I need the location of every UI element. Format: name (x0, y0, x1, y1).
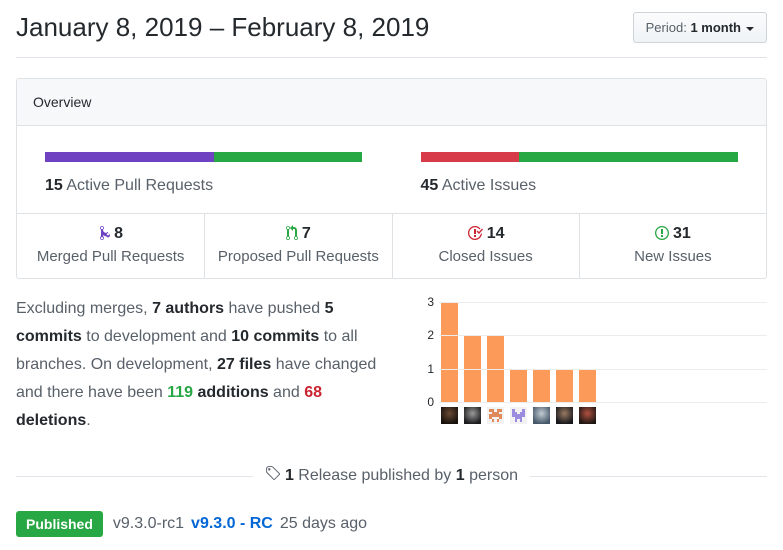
pulse-page: January 8, 2019 – February 8, 2019 Perio… (0, 0, 783, 549)
gridline (439, 402, 767, 403)
commit-bar (556, 368, 573, 402)
text-segment: have pushed (224, 300, 325, 317)
page-title: January 8, 2019 – February 8, 2019 (16, 12, 430, 42)
git-pull-request-icon (285, 225, 302, 242)
contributor-avatars (441, 407, 767, 424)
pull-requests-progress: 15 Active Pull Requests (45, 152, 363, 195)
contributor-avatar[interactable] (441, 407, 458, 424)
text-segment: to development and (81, 328, 232, 345)
active-issues-count: 45 (420, 177, 439, 194)
chart-plot-row: 0 1 2 3 (423, 296, 767, 408)
y-tick-label: 0 (427, 395, 434, 409)
commits-per-contributor-chart: 0 1 2 3 (423, 295, 767, 435)
git-merge-icon (98, 225, 114, 242)
page-header: January 8, 2019 – February 8, 2019 Perio… (16, 12, 767, 58)
stat-label: Merged Pull Requests (36, 248, 185, 265)
commit-bar (441, 302, 458, 402)
active-pull-requests-label: 15 Active Pull Requests (45, 177, 363, 195)
release-row: Published v9.3.0-rc1 v9.3.0 - RC 25 days… (16, 511, 767, 537)
closed-segment (420, 152, 520, 162)
text-segment: 1 (455, 467, 465, 484)
stat-count-value: 31 (672, 225, 691, 242)
merged-count-line: 8 (23, 225, 198, 243)
commit-bar (579, 368, 596, 402)
proposed-segment (214, 152, 363, 162)
issue-opened-icon (654, 225, 673, 242)
commit-bar (510, 368, 527, 402)
y-tick-label: 3 (427, 295, 434, 309)
closed-count-line: 14 (399, 225, 573, 243)
new-segment (519, 152, 738, 162)
releases-divider: 1 Release published by 1 person (16, 465, 767, 487)
pull-requests-meter (45, 152, 363, 162)
chevron-down-icon (746, 27, 754, 31)
summary-section: Excluding merges, 7 authors have pushed … (16, 295, 767, 435)
proposed-count-line: 7 (211, 225, 385, 243)
progress-section: 15 Active Pull Requests 45 Active Issues (17, 126, 766, 213)
active-pull-requests-text: Active Pull Requests (62, 177, 214, 194)
contributor-avatar[interactable] (464, 407, 481, 424)
text-segment: person (464, 467, 519, 484)
published-badge: Published (16, 511, 103, 537)
text-segment: Excluding merges, (16, 300, 153, 317)
commit-chart-plot (439, 301, 767, 403)
contributor-avatar[interactable] (533, 407, 550, 424)
tag-icon (265, 466, 285, 484)
stat-count-value: 8 (114, 225, 124, 242)
text-segment: 1 (284, 467, 294, 484)
releases-divider-text: 1 Release published by 1 person (285, 467, 518, 484)
issues-meter (420, 152, 738, 162)
text-segment: 7 authors (152, 300, 225, 317)
period-dropdown-button[interactable]: Period: 1 month (632, 12, 767, 43)
stat-label: Closed Issues (438, 248, 533, 265)
summary-paragraph: Excluding merges, 7 authors have pushed … (16, 295, 396, 435)
y-tick-label: 2 (427, 328, 434, 343)
stats-row: 8 Merged Pull Requests 7 Proposed Pull R… (17, 213, 766, 278)
text-segment: and (268, 384, 305, 401)
active-issues-label: 45 Active Issues (421, 177, 739, 195)
period-value: 1 month (690, 20, 741, 35)
releases-divider-label: 1 Release published by 1 person (252, 465, 531, 485)
release-title-link[interactable]: v9.3.0 - RC (191, 515, 273, 533)
stat-count-value: 14 (486, 225, 505, 242)
contributor-avatar[interactable] (487, 407, 504, 424)
text-segment: additions (197, 384, 269, 401)
chart-bars (441, 302, 596, 402)
contributor-avatar[interactable] (556, 407, 573, 424)
stat-label: Proposed Pull Requests (217, 248, 379, 265)
contributor-avatar[interactable] (510, 407, 527, 424)
commit-bar (533, 368, 550, 402)
active-pull-requests-count: 15 (45, 177, 63, 194)
closed-issues-stat[interactable]: 14 Closed Issues (391, 214, 579, 278)
stat-label: New Issues (634, 248, 712, 265)
text-segment: 10 commits (231, 328, 320, 345)
issue-closed-icon (467, 225, 487, 242)
stat-count-value: 7 (301, 225, 311, 242)
proposed-pull-requests-stat[interactable]: 7 Proposed Pull Requests (204, 214, 391, 278)
overview-title: Overview (33, 94, 92, 110)
period-label: Period: (645, 20, 687, 35)
overview-box: Overview 15 Active Pull Requests 45 Acti… (16, 78, 767, 279)
text-segment: Release published by (293, 467, 456, 484)
new-count-line: 31 (586, 225, 760, 243)
chart-y-axis: 0 1 2 3 (423, 296, 439, 408)
text-segment: 27 files (217, 356, 272, 373)
active-issues-text: Active Issues (438, 177, 537, 194)
merged-segment (45, 152, 215, 162)
gridline (439, 335, 767, 337)
issues-progress: 45 Active Issues (420, 152, 739, 195)
text-segment: deletions (16, 412, 87, 429)
contributor-avatar[interactable] (579, 407, 596, 424)
new-issues-stat[interactable]: 31 New Issues (578, 214, 766, 278)
merged-pull-requests-stat[interactable]: 8 Merged Pull Requests (17, 214, 204, 278)
gridline (439, 368, 767, 370)
release-time: 25 days ago (279, 515, 368, 532)
y-tick-label: 1 (427, 361, 434, 376)
text-segment: 119 (167, 384, 194, 401)
release-tag-name: v9.3.0-rc1 (112, 515, 185, 532)
gridline (439, 302, 767, 303)
overview-box-header: Overview (17, 79, 766, 126)
text-segment: 68 (304, 384, 322, 401)
text-segment: . (86, 412, 91, 429)
